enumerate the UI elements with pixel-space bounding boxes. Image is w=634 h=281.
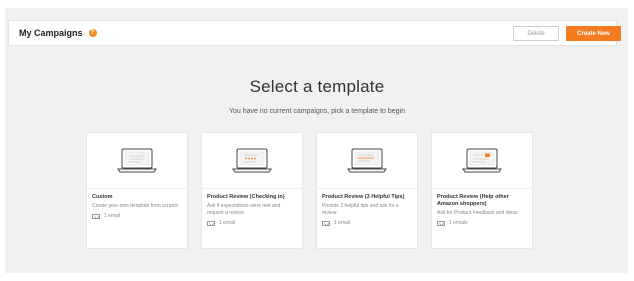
template-title: Product Review (3 Helpful Tips) — [322, 194, 405, 200]
template-description: Provide 3 helpful tips and ask for a rev… — [322, 203, 399, 216]
create-new-button[interactable]: Create New — [566, 26, 621, 41]
campaigns-header: My Campaigns ? Delete Create New — [8, 20, 621, 46]
email-count-label: 1 emails — [449, 220, 468, 226]
laptop-illustration — [317, 133, 417, 189]
delete-button[interactable]: Delete — [513, 26, 559, 41]
select-template-heading: Select a template — [249, 77, 385, 96]
template-description: Ask if expectations were met and request… — [207, 203, 281, 216]
template-card-checking-in[interactable]: Product Review (Checking in) Ask if expe… — [201, 132, 303, 249]
mail-icon — [92, 213, 100, 219]
template-card-amazon-shoppers[interactable]: Product Review (Help other Amazon shoppe… — [431, 132, 533, 249]
template-email-count: 1 email — [322, 220, 412, 226]
template-description: Ask for Product Feedback and ideas — [437, 210, 518, 216]
laptop-illustration — [432, 133, 532, 189]
template-email-count: 1 email — [92, 213, 182, 219]
template-email-count: 1 email — [207, 220, 297, 226]
page-title: My Campaigns — [19, 28, 83, 38]
mail-icon — [437, 220, 445, 226]
mail-icon — [207, 220, 215, 226]
template-description: Create your own template from scratch — [92, 203, 179, 209]
laptop-illustration — [202, 133, 302, 189]
template-card-helpful-tips[interactable]: Product Review (3 Helpful Tips) Provide … — [316, 132, 418, 249]
template-title: Custom — [92, 194, 113, 200]
email-count-label: 1 email — [219, 220, 236, 226]
laptop-icon — [462, 148, 502, 172]
template-title: Product Review (Checking in) — [207, 194, 285, 200]
laptop-icon — [117, 148, 157, 172]
template-card-custom[interactable]: Custom Create your own template from scr… — [86, 132, 188, 249]
help-icon[interactable]: ? — [88, 29, 97, 37]
template-email-count: 1 emails — [437, 220, 527, 226]
mail-icon — [322, 220, 330, 226]
laptop-icon — [232, 148, 272, 172]
laptop-icon — [347, 148, 387, 172]
select-template-subheading: You have no current campaigns, pick a te… — [228, 108, 406, 115]
email-count-label: 1 email — [104, 213, 121, 219]
template-title: Product Review (Help other Amazon shoppe… — [437, 194, 509, 207]
email-count-label: 1 email — [334, 220, 351, 226]
laptop-illustration — [87, 133, 187, 189]
